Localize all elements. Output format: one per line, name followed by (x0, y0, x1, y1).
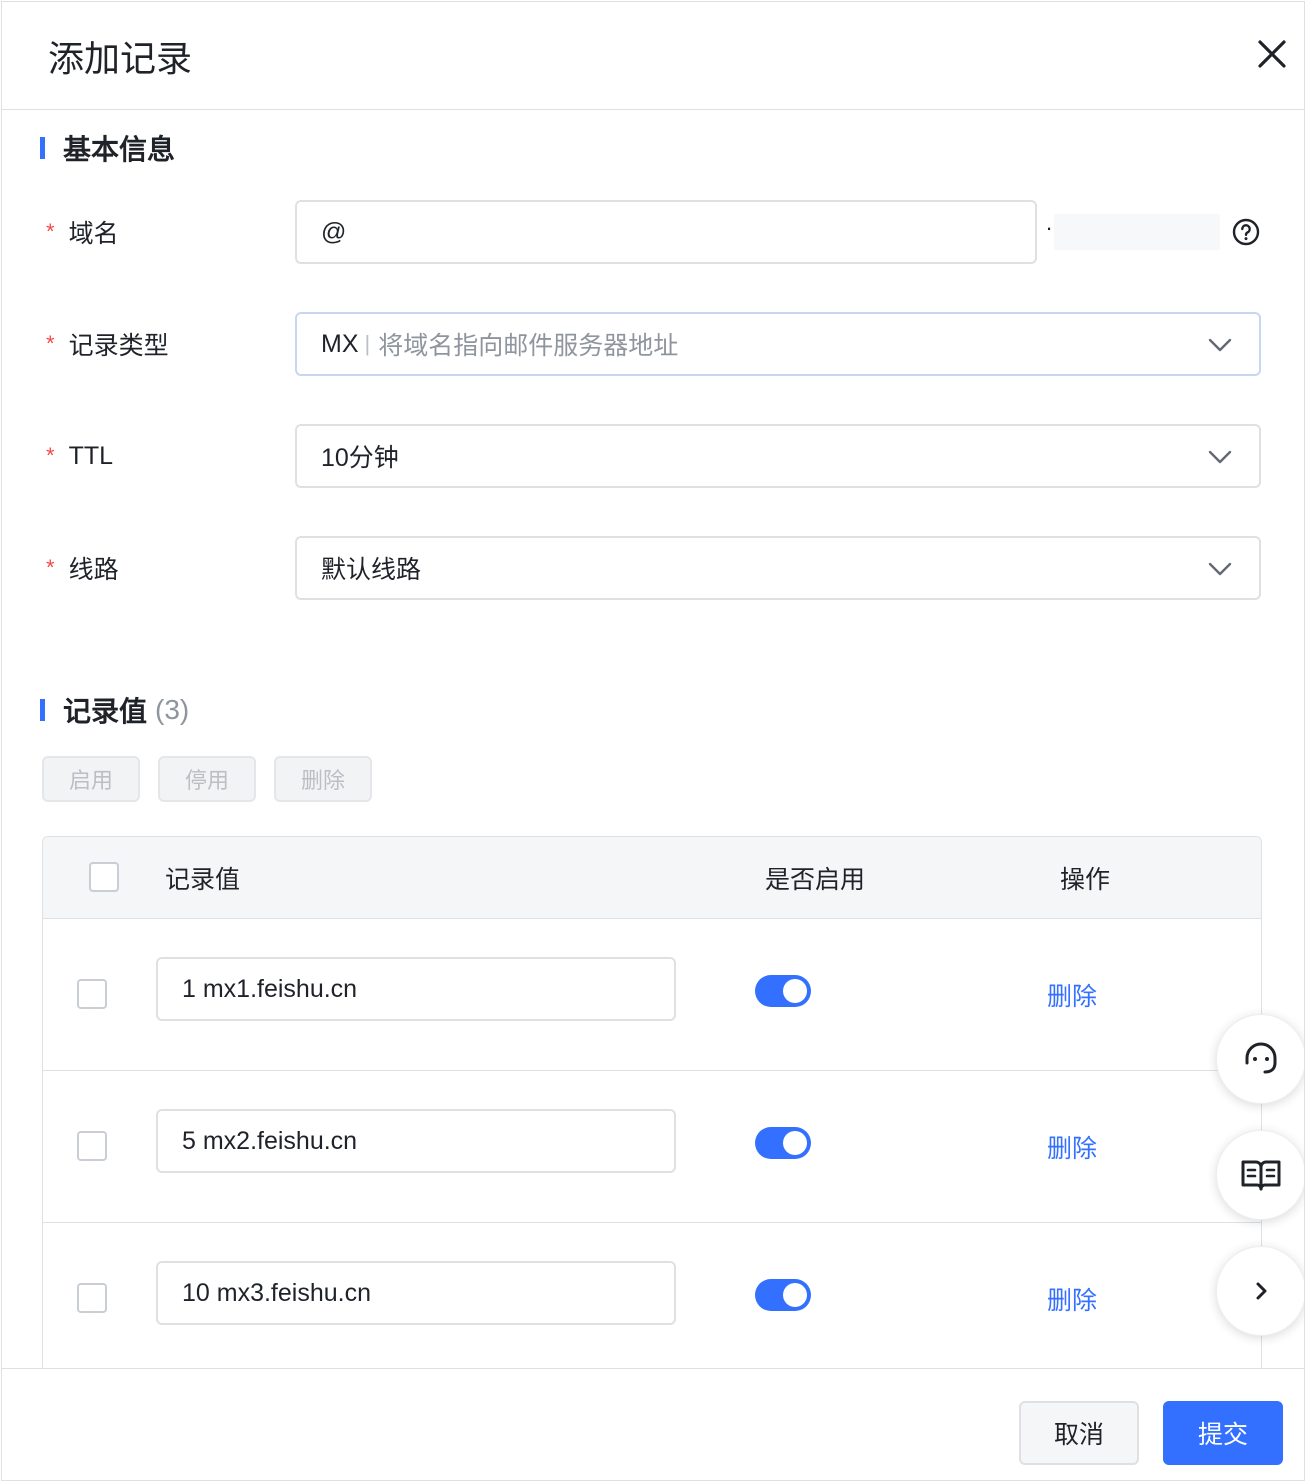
line-label-text: 线路 (68, 556, 119, 584)
section-title-text: 记录值 (63, 696, 148, 727)
line-label: * 线路 (46, 536, 119, 600)
submit-button[interactable]: 提交 (1163, 1401, 1283, 1465)
line-value: 默认线路 (321, 556, 422, 584)
batch-disable-button[interactable]: 停用 (158, 756, 256, 802)
docs-button[interactable] (1216, 1130, 1304, 1220)
required-mark: * (46, 555, 55, 580)
toggle-knob (783, 979, 807, 1003)
ttl-label-text: TTL (68, 441, 114, 470)
table-row: 10 mx3.feishu.cn 删除 (43, 1223, 1261, 1368)
dialog-footer: 取消 提交 (2, 1368, 1304, 1480)
record-value-input[interactable]: 1 mx1.feishu.cn (156, 957, 676, 1021)
section-title-text: 基本信息 (63, 134, 176, 165)
row-checkbox[interactable] (77, 1131, 107, 1161)
toggle-knob (783, 1131, 807, 1155)
row-checkbox[interactable] (77, 979, 107, 1009)
record-type-hint: 将域名指向邮件服务器地址 (378, 332, 679, 360)
close-icon (1258, 40, 1286, 68)
select-all-checkbox[interactable] (89, 862, 119, 892)
table-header: 记录值 是否启用 操作 (43, 837, 1261, 919)
records-table: 记录值 是否启用 操作 1 mx1.feishu.cn 删除 5 mx2.fei… (42, 836, 1262, 1368)
line-select[interactable]: 默认线路 (295, 536, 1261, 600)
ttl-value: 10分钟 (321, 444, 399, 472)
enabled-toggle[interactable] (755, 1127, 811, 1159)
batch-enable-button[interactable]: 启用 (42, 756, 140, 802)
record-value-input[interactable]: 10 mx3.feishu.cn (156, 1261, 676, 1325)
toggle-knob (783, 1283, 807, 1307)
open-book-icon (1241, 1160, 1281, 1191)
record-type-label: * 记录类型 (46, 312, 169, 376)
domain-input[interactable]: @ (295, 200, 1037, 264)
domain-suffix (1054, 214, 1220, 250)
enabled-toggle[interactable] (755, 975, 811, 1007)
section-accent-bar (40, 137, 45, 159)
enabled-toggle[interactable] (755, 1279, 811, 1311)
add-record-dialog: 添加记录 基本信息 * 域名 @ . * 记录类型 MX | 将域名指向邮件服务… (1, 1, 1305, 1481)
table-row: 1 mx1.feishu.cn 删除 (43, 919, 1261, 1071)
domain-row: * 域名 @ . (2, 200, 1304, 264)
chevron-down-icon (1208, 338, 1232, 352)
dialog-title: 添加记录 (48, 38, 193, 79)
hint-separator: | (364, 331, 371, 356)
table-row: 5 mx2.feishu.cn 删除 (43, 1071, 1261, 1223)
chevron-right-icon (1256, 1282, 1267, 1300)
delete-row-link[interactable]: 删除 (1047, 977, 1097, 1013)
cancel-button[interactable]: 取消 (1019, 1401, 1139, 1465)
delete-row-link[interactable]: 删除 (1047, 1129, 1097, 1165)
column-header-enabled: 是否启用 (765, 866, 866, 894)
column-header-actions: 操作 (1060, 866, 1111, 894)
record-type-select[interactable]: MX | 将域名指向邮件服务器地址 (295, 312, 1261, 376)
section-accent-bar (40, 699, 45, 721)
ttl-select[interactable]: 10分钟 (295, 424, 1261, 488)
domain-label: * 域名 (46, 200, 119, 264)
dialog-header: 添加记录 (2, 2, 1304, 110)
dialog-body: 基本信息 * 域名 @ . * 记录类型 MX | 将域名指向邮件服务器地址 *… (2, 110, 1304, 1368)
line-row: * 线路 默认线路 (2, 536, 1304, 600)
support-button[interactable] (1216, 1014, 1304, 1104)
delete-row-link[interactable]: 删除 (1047, 1281, 1097, 1317)
chevron-down-icon (1208, 562, 1232, 576)
record-value-input[interactable]: 5 mx2.feishu.cn (156, 1109, 676, 1173)
required-mark: * (46, 219, 55, 244)
domain-suffix-dot: . (1046, 210, 1053, 235)
required-mark: * (46, 443, 55, 468)
close-button[interactable] (1252, 34, 1292, 74)
column-header-value: 记录值 (165, 866, 241, 894)
record-value-text: 5 mx2.feishu.cn (182, 1126, 358, 1155)
collapse-button[interactable] (1216, 1246, 1304, 1336)
headset-support-icon (1245, 1042, 1277, 1074)
ttl-label: * TTL (46, 424, 113, 488)
record-value-text: 1 mx1.feishu.cn (182, 974, 358, 1003)
domain-label-text: 域名 (68, 220, 119, 248)
batch-delete-button[interactable]: 删除 (274, 756, 372, 802)
record-type-row: * 记录类型 MX | 将域名指向邮件服务器地址 (2, 312, 1304, 376)
records-count: (3) (155, 694, 190, 725)
question-circle-icon[interactable] (1230, 216, 1262, 248)
record-value-text: 10 mx3.feishu.cn (182, 1278, 371, 1307)
basic-info-section-title: 基本信息 (40, 132, 175, 165)
required-mark: * (46, 331, 55, 356)
record-type-label-text: 记录类型 (68, 332, 169, 360)
records-section-title: 记录值 (3) (40, 694, 190, 727)
chevron-down-icon (1208, 450, 1232, 464)
ttl-row: * TTL 10分钟 (2, 424, 1304, 488)
record-type-value: MX (321, 329, 359, 358)
row-checkbox[interactable] (77, 1283, 107, 1313)
domain-input-value: @ (321, 217, 347, 246)
